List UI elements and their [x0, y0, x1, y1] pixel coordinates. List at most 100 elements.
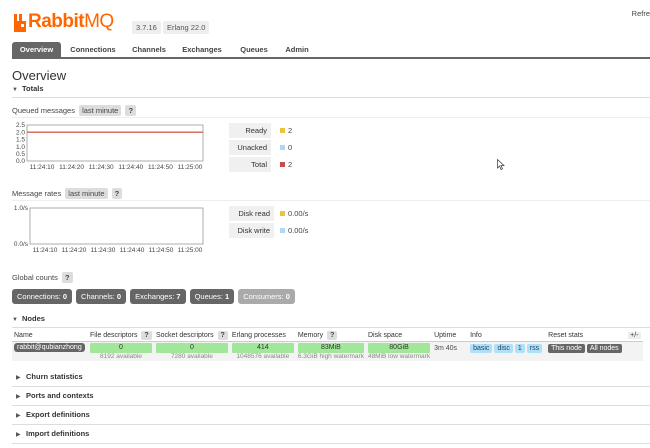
legend-ready-label: Ready	[229, 123, 271, 138]
col-label: Socket descriptors	[156, 331, 214, 339]
col-erlang-processes: Erlang processes	[229, 330, 296, 342]
section-label: Ports and contexts	[26, 391, 94, 400]
count-connections[interactable]: Connections: 0	[12, 289, 73, 304]
plot-area	[29, 207, 204, 245]
tab-connections[interactable]: Connections	[69, 42, 117, 58]
y-tick-label: 0.0	[16, 158, 25, 165]
col-disk-space: Disk space	[365, 330, 433, 342]
count-channels[interactable]: Channels: 0	[76, 289, 127, 304]
queued-messages-legend: Ready 2 Unacked 0 Total 2	[229, 123, 309, 174]
mem-cell: 83MiB 6.3GiB high watermark	[296, 341, 366, 361]
col-memory: Memory ?	[295, 330, 366, 342]
count-label: Queues:	[194, 292, 223, 301]
count-value: 0	[116, 292, 122, 301]
count-value: 0	[285, 292, 290, 301]
import-definitions-header[interactable]: ▶ Import definitions	[12, 429, 650, 444]
section-label: Export definitions	[26, 410, 90, 419]
header: Rabbit MQ 3.7.16 Erlang 22.0 Refre	[0, 0, 650, 40]
legend-unacked-label: Unacked	[229, 140, 271, 155]
rates-range-button[interactable]: last minute	[65, 188, 108, 199]
legend-disk-read: Disk read 0.00/s	[229, 206, 309, 221]
legend-total-label: Total	[229, 157, 271, 172]
y-tick-label: 0.5	[16, 151, 25, 158]
help-icon[interactable]: ?	[217, 330, 228, 340]
col-uptime: Uptime	[432, 330, 469, 342]
export-definitions-header[interactable]: ▶ Export definitions	[12, 410, 650, 425]
section-label: Churn statistics	[26, 372, 83, 381]
mouse-cursor-icon	[497, 158, 505, 170]
x-tick-label: 11:25:00	[178, 164, 203, 171]
global-counts-help-icon[interactable]: ?	[61, 272, 73, 283]
global-counts-text: Global counts	[12, 273, 58, 282]
reset-this-node-button[interactable]: This node	[548, 343, 585, 353]
y-tick-label: 1.0	[16, 144, 25, 151]
tab-overview[interactable]: Overview	[12, 42, 61, 58]
legend-ready-swatch	[280, 128, 285, 133]
global-counts-label: Global counts ?	[12, 272, 73, 283]
reset-all-nodes-button[interactable]: All nodes	[586, 343, 622, 353]
divider	[12, 200, 650, 201]
x-tick-label: 11:24:30	[89, 164, 114, 171]
page-title: Overview	[12, 68, 67, 83]
reset-cell: This node All nodes	[546, 341, 626, 361]
col-socket-descriptors: Socket descriptors ?	[154, 330, 230, 342]
refresh-label[interactable]: Refre	[632, 9, 650, 18]
message-rates-text: Message rates	[12, 189, 62, 198]
empty-cell	[626, 341, 642, 361]
count-exchanges[interactable]: Exchanges: 7	[130, 289, 186, 304]
fd-available: 8192 available	[100, 352, 142, 360]
x-tick-label: 11:24:40	[118, 164, 143, 171]
columns-toggle-button[interactable]: +/-	[628, 331, 641, 339]
plot-area	[26, 124, 204, 162]
tab-exchanges[interactable]: Exchanges	[180, 42, 224, 58]
expand-down-icon: ▼	[12, 317, 18, 323]
x-tick-label: 11:24:10	[33, 247, 58, 254]
legend-unacked: Unacked 0	[229, 140, 309, 155]
col-label: File descriptors	[90, 331, 138, 339]
disk-bar: 80GiB	[367, 342, 431, 353]
queued-messages-text: Queued messages	[12, 106, 75, 115]
tab-channels[interactable]: Channels	[130, 42, 168, 58]
info-cell: basic disc 1 rss	[468, 341, 546, 361]
legend-ready: Ready 2	[229, 123, 309, 138]
message-rates-legend: Disk read 0.00/s Disk write 0.00/s	[229, 206, 309, 240]
tab-admin[interactable]: Admin	[284, 42, 310, 58]
brand-rabbit: Rabbit	[28, 11, 85, 32]
nodes-section-header[interactable]: ▼ Nodes	[12, 314, 650, 328]
expand-right-icon: ▶	[16, 413, 21, 419]
col-label: Memory	[297, 331, 324, 339]
help-icon[interactable]: ?	[327, 330, 338, 340]
legend-total: Total 2	[229, 157, 309, 172]
churn-statistics-header[interactable]: ▶ Churn statistics	[12, 372, 650, 387]
help-icon[interactable]: ?	[141, 330, 152, 340]
ep-available: 1048576 available	[236, 352, 290, 360]
count-value: 0	[62, 292, 68, 301]
legend-disk-read-value: 0.00/s	[288, 209, 309, 218]
table-row: rabbit@qubianzhong 0 8192 available 0 7280…	[12, 341, 643, 361]
rabbitmq-logo[interactable]: Rabbit MQ	[13, 10, 114, 32]
queued-messages-chart: 2.5 2.0 1.5 1.0 0.5 0.0 11:24:10 11:24:20 11:24:…	[12, 122, 222, 174]
message-rates-label: Message rates last minute ?	[12, 188, 123, 199]
legend-disk-write-label: Disk write	[229, 223, 274, 238]
sd-available: 7280 available	[170, 352, 213, 360]
fd-bar: 0	[90, 342, 152, 353]
count-consumers[interactable]: Consumers: 0	[238, 289, 295, 304]
col-file-descriptors: File descriptors ?	[88, 330, 154, 342]
info-disc: disc	[494, 343, 513, 353]
totals-section-header[interactable]: ▼ Totals	[12, 84, 650, 98]
count-label: Exchanges:	[135, 292, 175, 301]
info-basic: basic	[470, 343, 493, 353]
node-name-link[interactable]: rabbit@qubianzhong	[14, 342, 85, 352]
expand-right-icon: ▶	[16, 394, 21, 400]
queued-range-button[interactable]: last minute	[79, 105, 122, 116]
col-name: Name	[12, 330, 88, 342]
count-label: Consumers:	[243, 292, 284, 301]
ports-contexts-header[interactable]: ▶ Ports and contexts	[12, 391, 650, 406]
rates-help-icon[interactable]: ?	[111, 188, 123, 199]
node-name-cell: rabbit@qubianzhong	[12, 341, 88, 361]
queued-help-icon[interactable]: ?	[125, 105, 137, 116]
count-queues[interactable]: Queues: 1	[189, 289, 235, 304]
tab-queues[interactable]: Queues	[238, 42, 270, 58]
ep-cell: 414 1048576 available	[230, 341, 296, 361]
erlang-badge: Erlang 22.0	[163, 21, 210, 34]
